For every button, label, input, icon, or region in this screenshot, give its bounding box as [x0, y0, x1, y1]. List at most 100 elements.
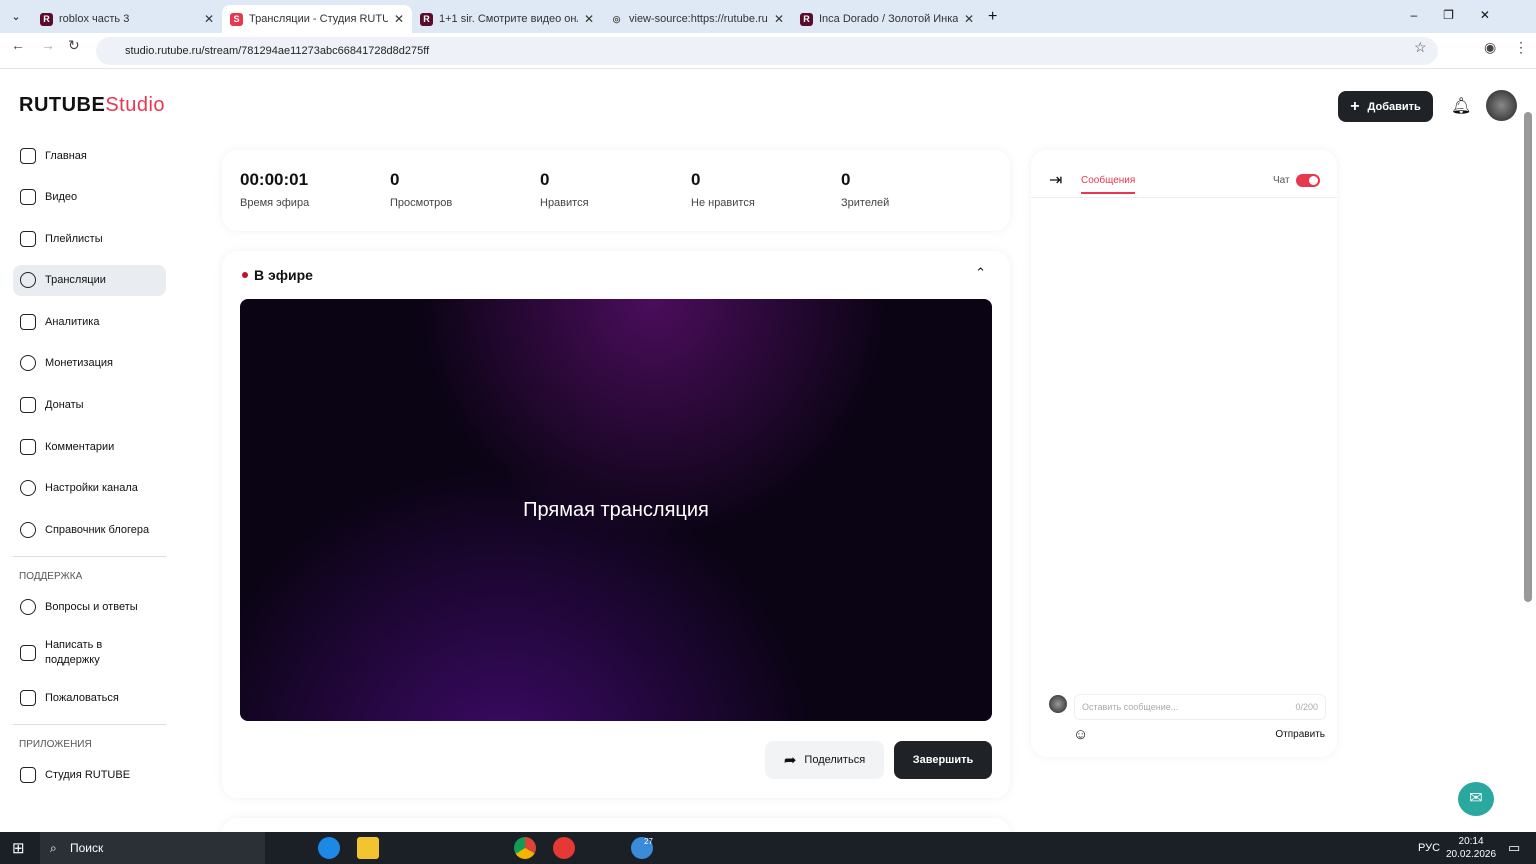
sidebar-item-blogger-guide[interactable]: Справочник блогера — [13, 514, 166, 545]
sidebar-item-video[interactable]: Видео — [13, 182, 166, 213]
sidebar-item-playlists[interactable]: Плейлисты — [13, 223, 166, 254]
chart-icon — [20, 313, 36, 330]
scrollbar[interactable] — [1524, 112, 1532, 602]
apps-section-title: ПРИЛОЖЕНИЯ — [19, 738, 92, 750]
flag-icon — [20, 689, 36, 706]
stat-airtime: 00:00:01 Время эфира — [240, 170, 310, 209]
globe-icon: ◎ — [612, 13, 621, 24]
reload-icon[interactable]: ↻ — [68, 37, 80, 54]
gear-icon — [20, 480, 36, 497]
add-button[interactable]: + Добавить — [1338, 91, 1433, 122]
bell-icon[interactable]: 🔔︎ — [1451, 96, 1471, 116]
sidebar-item-streams[interactable]: Трансляции — [13, 264, 166, 296]
browser-tab[interactable]: R 1+1 sir. Смотрите видео онла ✕ — [412, 5, 602, 33]
tab-title: Трансляции - Студия RUTUBE — [249, 13, 388, 25]
rutube-favicon-icon: R — [40, 12, 53, 26]
collapse-chevron-icon[interactable]: ⌃ — [975, 265, 986, 281]
stats-card: 00:00:01 Время эфира 0 Просмотров 0 Нравитс… — [222, 150, 1010, 231]
tab-title: view-source:https://rutube.ru/c — [629, 13, 768, 25]
divider — [1031, 197, 1337, 198]
menu-icon[interactable]: ⋮ — [1514, 39, 1528, 56]
browser-tab[interactable]: R Inca Dorado / Золотой Инка. С ✕ — [792, 5, 982, 33]
mail-icon — [20, 644, 36, 661]
question-icon — [20, 599, 36, 616]
rutube-favicon-icon: R — [800, 12, 813, 26]
taskbar: ⊞ ⌕ Поиск 27 РУС 20:14 20.02.2026 ▭ — [0, 832, 1536, 864]
sidebar-item-monetization[interactable]: Монетизация — [13, 348, 166, 379]
finish-button[interactable]: Завершить — [894, 741, 992, 779]
back-icon[interactable]: ← — [11, 37, 25, 53]
stream-preview[interactable]: Прямая трансляция — [240, 299, 992, 721]
sidebar-item-report[interactable]: Пожаловаться — [13, 682, 166, 713]
sidebar-item-donations[interactable]: Донаты — [13, 390, 166, 421]
avatar[interactable] — [1486, 90, 1517, 121]
windows-start-icon[interactable]: ⊞ — [12, 839, 25, 857]
sidebar: Главная Видео Плейлисты Трансляции Анали… — [13, 140, 166, 801]
rutube-favicon-icon: R — [420, 12, 433, 26]
share-icon: ➦ — [783, 752, 797, 769]
studio-app-icon — [20, 767, 36, 784]
close-tab-icon[interactable]: ✕ — [394, 12, 404, 26]
home-icon — [20, 147, 36, 164]
telegram-icon[interactable]: 27 — [631, 837, 653, 859]
yandex-icon[interactable] — [553, 837, 575, 859]
chat-toggle-label: Чат — [1273, 175, 1290, 186]
tab-title: Inca Dorado / Золотой Инка. С — [819, 13, 958, 25]
emoji-icon[interactable]: ☺ — [1073, 726, 1088, 743]
plus-icon: + — [1350, 97, 1360, 115]
collapse-chat-icon[interactable]: ⇥ — [1049, 170, 1062, 190]
chat-toggle[interactable] — [1296, 174, 1320, 187]
clock[interactable]: 20:14 20.02.2026 — [1446, 835, 1496, 861]
close-tab-icon[interactable]: ✕ — [964, 12, 974, 26]
rutube-studio-logo[interactable]: RUTUBEStudio — [19, 94, 165, 117]
explorer-icon[interactable] — [357, 837, 379, 859]
sidebar-item-studio-app[interactable]: Студия RUTUBE — [13, 760, 166, 791]
language-indicator[interactable]: РУС — [1418, 842, 1440, 854]
bag-icon — [20, 397, 36, 414]
send-button[interactable]: Отправить — [1275, 729, 1325, 740]
sidebar-item-channel-settings[interactable]: Настройки канала — [13, 473, 166, 504]
window-controls[interactable]: –❐✕ — [1411, 8, 1517, 22]
address-bar: ← → ↻ studio.rutube.ru/stream/781294ae11… — [0, 33, 1536, 69]
tab-title: roblox часть 3 — [59, 13, 130, 25]
tab-title: 1+1 sir. Смотрите видео онла — [439, 13, 578, 25]
live-dot-icon — [242, 272, 248, 278]
share-button[interactable]: ➦ Поделиться — [765, 741, 884, 779]
comment-icon — [20, 438, 36, 455]
sidebar-item-home[interactable]: Главная — [13, 140, 166, 171]
close-tab-icon[interactable]: ✕ — [204, 12, 214, 26]
message-input[interactable]: Оставить сообщение... 0/200 — [1074, 694, 1326, 720]
sidebar-item-contact-support[interactable]: Написать в поддержку — [13, 634, 166, 672]
profile-icon[interactable]: ◉ — [1484, 39, 1496, 56]
info-icon — [20, 521, 36, 538]
search-icon: ⌕ — [50, 841, 57, 855]
new-tab-icon[interactable]: + — [988, 8, 997, 26]
forward-icon[interactable]: → — [41, 37, 55, 53]
preview-text: Прямая трансляция — [523, 498, 709, 521]
live-card: В эфире ⌃ Прямая трансляция ➦ Поделиться … — [222, 251, 1010, 798]
stat-likes: 0 Нравится — [540, 170, 589, 209]
notifications-icon[interactable]: ▭ — [1508, 840, 1520, 856]
ruble-icon — [20, 355, 36, 372]
close-tab-icon[interactable]: ✕ — [774, 12, 784, 26]
sidebar-item-comments[interactable]: Комментарии — [13, 431, 166, 462]
edge-icon[interactable] — [318, 837, 340, 859]
chrome-icon[interactable] — [514, 837, 536, 859]
browser-tab[interactable]: Rroblox часть 3 ✕ — [32, 5, 222, 33]
taskbar-search[interactable]: ⌕ Поиск — [40, 832, 265, 864]
browser-tab-bar: ⌄ Rroblox часть 3 ✕ S Трансляции - Студия … — [0, 0, 1536, 33]
chat-panel: ⇥ Сообщения Чат Оставить сообщение... 0/2… — [1031, 150, 1337, 757]
stat-viewers: 0 Зрителей — [841, 170, 890, 209]
broadcast-icon — [20, 272, 36, 289]
url-input[interactable]: studio.rutube.ru/stream/781294ae11273abc… — [96, 37, 1438, 65]
bookmark-star-icon[interactable]: ☆ — [1414, 39, 1427, 56]
sidebar-item-faq[interactable]: Вопросы и ответы — [13, 592, 166, 623]
sidebar-item-analytics[interactable]: Аналитика — [13, 306, 166, 337]
browser-tab[interactable]: ◎ view-source:https://rutube.ru/c ✕ — [602, 5, 792, 33]
tab-messages[interactable]: Сообщения — [1081, 175, 1136, 194]
browser-tab-active[interactable]: S Трансляции - Студия RUTUBE ✕ — [222, 5, 412, 33]
support-chat-icon[interactable]: ✉ — [1458, 782, 1494, 816]
tab-list-icon[interactable]: ⌄ — [0, 10, 32, 23]
divider — [13, 555, 166, 557]
close-tab-icon[interactable]: ✕ — [584, 12, 594, 26]
